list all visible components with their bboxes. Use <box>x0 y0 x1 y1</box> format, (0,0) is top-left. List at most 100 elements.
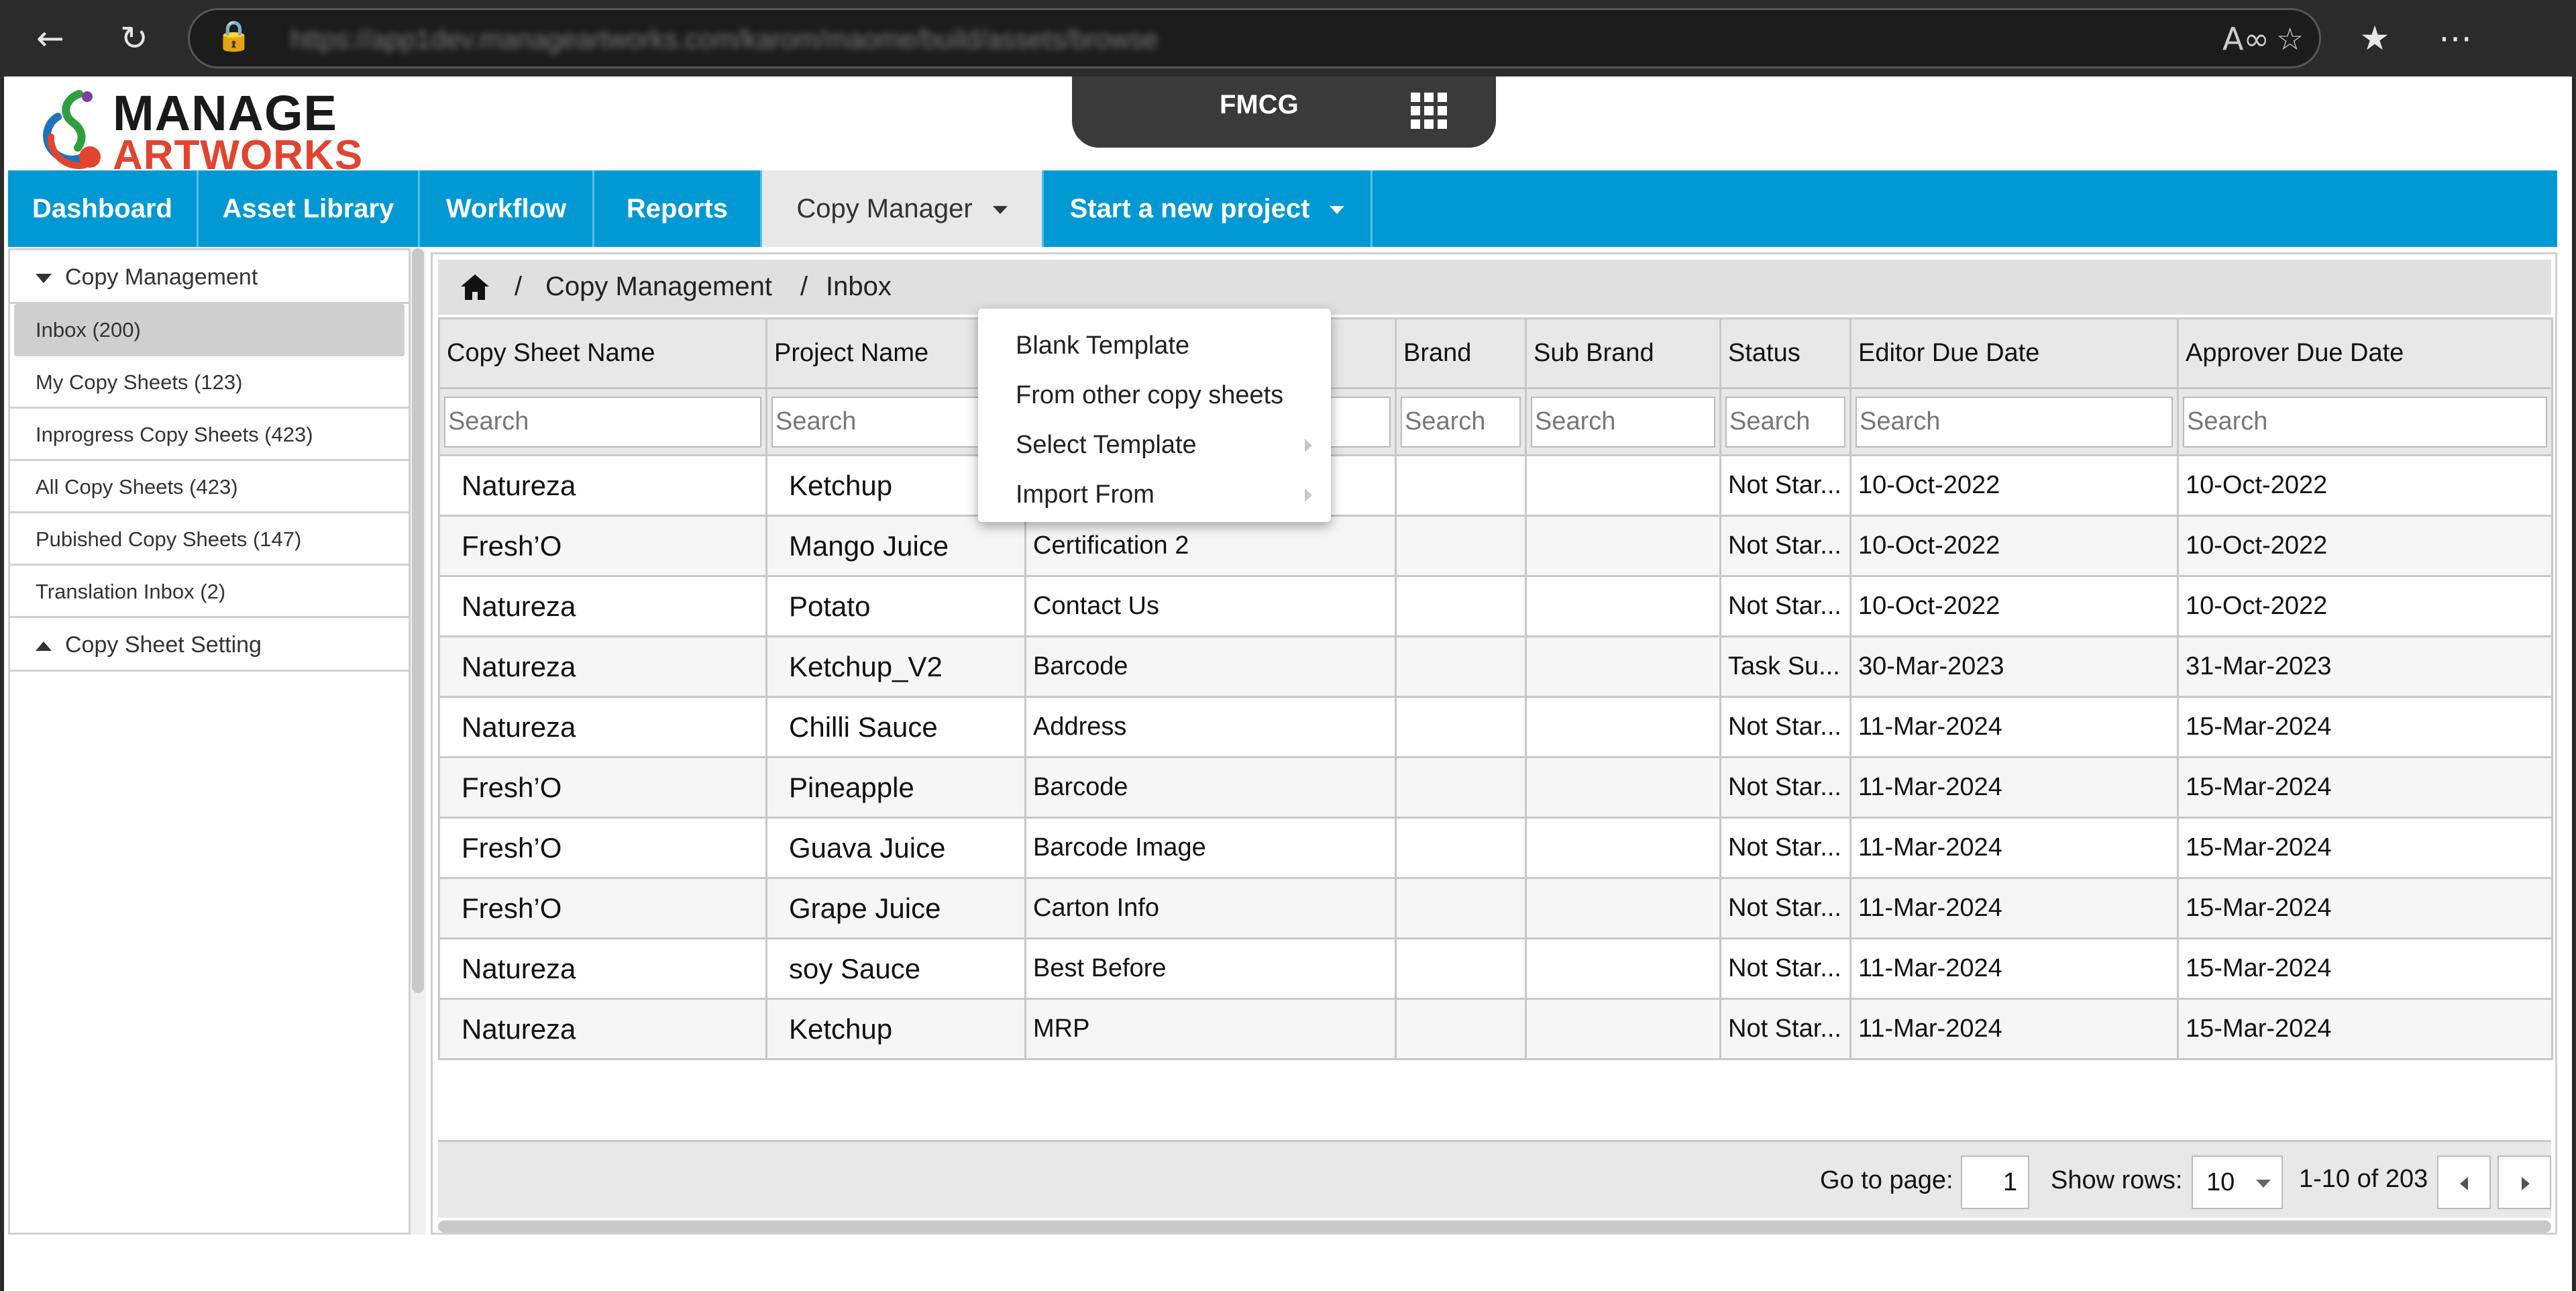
app-grid-icon[interactable] <box>1405 87 1452 134</box>
lock-icon[interactable]: 🔒 <box>215 18 252 53</box>
favorite-star-icon[interactable]: ☆ <box>2276 21 2304 57</box>
search-input-editor-due-date[interactable] <box>1856 396 2173 448</box>
cell-project-name: Ketchup <box>765 998 1026 1060</box>
home-icon[interactable] <box>460 273 490 301</box>
menu-item-select-template[interactable]: Select Template <box>978 420 1331 470</box>
read-aloud-icon[interactable]: A∞ <box>2222 21 2269 57</box>
cell-sub-brand <box>1525 757 1721 819</box>
menu-item-blank-template[interactable]: Blank Template <box>978 321 1331 370</box>
sidebar-item-all-copy-sheets[interactable]: All Copy Sheets (423) <box>10 461 409 513</box>
breadcrumb-copy-management[interactable]: Copy Management <box>545 272 772 302</box>
nav-copy-manager[interactable]: Copy Manager <box>762 170 1044 247</box>
table-row[interactable]: Fresh’O Guava Juice Barcode Image Not Star.… <box>438 817 2553 879</box>
cell-status: Not Star... <box>1719 998 1851 1060</box>
cell-project-name: soy Sauce <box>765 938 1026 1000</box>
cell-approver-due-date: 31-Mar-2023 <box>2177 636 2553 698</box>
table-row[interactable]: Natureza Chilli Sauce Address Not Star... 11… <box>438 696 2553 758</box>
expand-triangle-icon <box>36 641 52 652</box>
nav-workflow[interactable]: Workflow <box>420 170 594 247</box>
sidebar-section-label: Copy Management <box>65 264 258 290</box>
search-input-copy-sheet-name[interactable] <box>444 396 761 448</box>
table-row[interactable]: Fresh’O Grape Juice Carton Info Not Star...… <box>438 878 2553 939</box>
cell-sub-brand <box>1525 515 1721 577</box>
sidebar-section-copy-management[interactable]: Copy Management <box>10 250 409 304</box>
tenant-switcher[interactable]: FMCG <box>1072 76 1496 148</box>
back-arrow-icon[interactable]: ← <box>27 15 74 62</box>
sidebar-scrollbar[interactable] <box>411 248 425 1235</box>
goto-page-input[interactable]: 1 <box>1961 1155 2029 1209</box>
sidebar-item-inbox[interactable]: Inbox (200) <box>14 304 405 356</box>
sidebar-item-inprogress[interactable]: Inprogress Copy Sheets (423) <box>10 409 409 461</box>
nav-asset-library[interactable]: Asset Library <box>199 170 420 247</box>
sidebar-scrollbar-thumb[interactable] <box>412 248 424 993</box>
pagination-bar: Go to page: 1 Show rows: 10 1-10 of 203 <box>438 1140 2551 1218</box>
sidebar-item-translation-inbox[interactable]: Translation Inbox (2) <box>10 566 409 618</box>
menu-item-from-other-copy-sheets[interactable]: From other copy sheets <box>978 370 1331 420</box>
sidebar-section-copy-sheet-setting[interactable]: Copy Sheet Setting <box>10 618 409 672</box>
cell-editor-due-date: 30-Mar-2023 <box>1849 636 2179 698</box>
cell-status: Not Star... <box>1719 455 1851 517</box>
nav-start-new-project[interactable]: Start a new project <box>1044 170 1373 247</box>
filter-cell <box>1849 387 2179 456</box>
table-row[interactable]: Natureza Ketchup MRP Not Star... 11-Mar-2024… <box>438 998 2553 1060</box>
search-input-approver-due-date[interactable] <box>2183 396 2547 448</box>
search-input-sub-brand[interactable] <box>1531 396 1715 448</box>
cell-copy-sheet-name: Natureza <box>438 576 767 637</box>
column-header-editor-due-date[interactable]: Editor Due Date <box>1849 317 2179 389</box>
table-row[interactable]: Fresh’O Mango Juice Certification 2 Not Sta… <box>438 515 2553 577</box>
column-header-sub-brand[interactable]: Sub Brand <box>1525 317 1721 389</box>
cell-copy-sheet-name: Fresh’O <box>438 878 767 939</box>
cell-brand <box>1395 878 1527 939</box>
table-row[interactable]: Natureza Potato Contact Us Not Star... 10-Oc… <box>438 576 2553 637</box>
table-row[interactable]: NaturezaKetchupCertification 1Not Star..… <box>438 455 2553 517</box>
cell-sub-brand <box>1525 636 1721 698</box>
tenant-name: FMCG <box>1220 90 1299 119</box>
cell-template: Contact Us <box>1024 576 1397 637</box>
search-input-status[interactable] <box>1725 396 1845 448</box>
column-header-brand[interactable]: Brand <box>1395 317 1527 389</box>
chevron-down-icon <box>992 206 1008 215</box>
next-page-button[interactable] <box>2498 1155 2551 1209</box>
more-menu-icon[interactable]: ⋯ <box>2432 15 2479 62</box>
cell-sub-brand <box>1525 576 1721 637</box>
menu-item-label: Blank Template <box>1016 331 1190 360</box>
nav-start-new-project-label: Start a new project <box>1069 194 1310 223</box>
cell-brand <box>1395 696 1527 758</box>
filter-cell <box>438 387 767 456</box>
breadcrumb-inbox: Inbox <box>826 272 892 301</box>
previous-page-button[interactable] <box>2437 1155 2491 1209</box>
column-header-copy-sheet-name[interactable]: Copy Sheet Name <box>438 317 767 389</box>
sidebar-item-published[interactable]: Pubished Copy Sheets (147) <box>10 513 409 566</box>
table-row[interactable]: Fresh’O Pineapple Barcode Not Star... 11-Mar… <box>438 757 2553 819</box>
chevron-down-icon <box>1330 206 1345 215</box>
table-horizontal-scrollbar[interactable] <box>438 1221 2551 1233</box>
column-header-approver-due-date[interactable]: Approver Due Date <box>2177 317 2553 389</box>
table-row[interactable]: Natureza soy Sauce Best Before Not Star... 1… <box>438 938 2553 1000</box>
cell-approver-due-date: 15-Mar-2024 <box>2177 938 2553 1000</box>
nav-reports[interactable]: Reports <box>594 170 762 247</box>
show-rows-select[interactable]: 10 <box>2192 1155 2283 1209</box>
cell-template: Barcode Image <box>1024 817 1397 879</box>
address-bar[interactable]: 🔒 https://app1dev.manageartworks.com/kar… <box>188 8 2321 68</box>
menu-item-import-from[interactable]: Import From <box>978 470 1331 519</box>
cell-approver-due-date: 10-Oct-2022 <box>2177 576 2553 637</box>
column-header-status[interactable]: Status <box>1719 317 1851 389</box>
sidebar: Copy Management Inbox (200) My Copy Shee… <box>8 248 411 1235</box>
manage-artworks-logo[interactable]: MANAGE ARTWORKS <box>38 83 362 178</box>
cell-template: Address <box>1024 696 1397 758</box>
reload-icon[interactable]: ↻ <box>111 15 158 62</box>
cell-copy-sheet-name: Fresh’O <box>438 817 767 879</box>
cell-project-name: Potato <box>765 576 1026 637</box>
sidebar-item-my-copy-sheets[interactable]: My Copy Sheets (123) <box>10 356 409 409</box>
cell-brand <box>1395 576 1527 637</box>
cell-template: MRP <box>1024 998 1397 1060</box>
cell-brand <box>1395 817 1527 879</box>
table-row[interactable]: Natureza Ketchup_V2 Barcode Task Su... 30-Ma… <box>438 636 2553 698</box>
nav-dashboard[interactable]: Dashboard <box>8 170 199 247</box>
search-input-brand[interactable] <box>1401 396 1521 448</box>
favorites-list-icon[interactable]: ★ <box>2351 15 2398 62</box>
cell-project-name: Grape Juice <box>765 878 1026 939</box>
cell-status: Not Star... <box>1719 515 1851 577</box>
cell-status: Not Star... <box>1719 878 1851 939</box>
cell-copy-sheet-name: Natureza <box>438 455 767 517</box>
